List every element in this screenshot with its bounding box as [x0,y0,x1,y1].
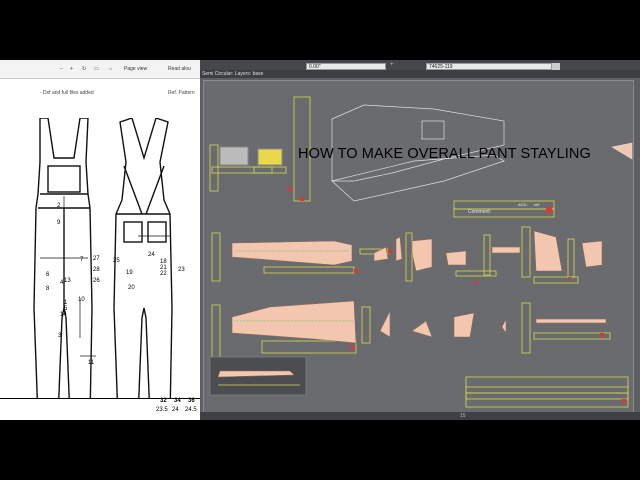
measure-label: 24 [148,252,155,258]
measure-label: 2 [57,203,61,209]
measure-label: 11 [88,360,95,366]
value-field[interactable]: 0.00" [306,63,386,70]
size-header: 36 [188,398,195,404]
measure-label: 20 [128,285,135,291]
size-cell: 24.5 [185,407,197,413]
size-table: 32 34 36 23.5 24 24.5 [0,398,200,420]
size-header: 32 [160,398,167,404]
acd-label: ACD: [518,202,528,207]
cad-window: 0.00" + 74625-119 Semi Circular: Layers:… [200,60,640,420]
measure-label: 18 [160,259,167,265]
rotate-icon[interactable]: ↻ [82,66,86,72]
measure-label: 9 [57,220,61,226]
dropdown-icon[interactable] [552,63,560,70]
layer-info-bar: Semi Circular: Layers: base [200,70,640,78]
pdf-header-right: Ref. Pattern [168,90,195,96]
piece-code-field[interactable]: 74625-119 [426,63,552,70]
measure-label: 19 [126,270,133,276]
overall-technical-drawing [33,118,173,420]
measure-label: 3 [58,333,62,339]
measure-label: 25 [113,258,120,264]
measure-label: 14 [60,312,67,318]
measure-label: 7 [80,257,84,263]
pdf-header-left: - Dxf and full files added [40,90,94,96]
measure-label: 26 [93,278,100,284]
measure-label: 8 [46,286,50,292]
add-icon[interactable]: + [390,62,394,68]
video-title-overlay: HOW TO MAKE OVERALL PANT STAYLING [298,146,591,162]
zoom-in-icon[interactable]: + [70,66,73,72]
measure-label: 22 [160,271,167,277]
measure-label: 27 [93,256,100,262]
layer-info-text: Semi Circular: Layers: base [202,71,264,77]
pattern-canvas[interactable]: Comment: ACD: ref: [203,80,634,415]
cad-statusbar: 15 [200,412,640,420]
measure-label: 13 [64,278,71,284]
measure-label: 23 [178,267,185,273]
thumbnail-piece [219,146,249,166]
pattern-pieces [209,96,633,408]
measure-label: 6 [46,272,50,278]
fit-icon[interactable]: ⇔ [108,66,113,72]
size-cell: 24 [172,407,179,413]
thumbnail-piece [257,148,283,166]
measure-label: 28 [93,267,100,273]
read-aloud-button[interactable]: Read alou [168,66,191,72]
status-text: 15 [460,413,466,419]
zoom-out-icon[interactable]: − [60,66,63,72]
page-view-icon[interactable]: ▭ [94,66,99,72]
size-cell: 23.5 [156,407,168,413]
measure-label: 10 [78,297,85,303]
comment-label: Comment: [468,209,492,215]
pdf-viewer: − + ↻ ▭ ⇔ Page view Read alou - Dxf and … [0,60,200,420]
measure-label: 4 [60,280,64,286]
page-view-button[interactable]: Page view [124,66,147,72]
ref-label: ref: [534,202,540,207]
pdf-toolbar: − + ↻ ▭ ⇔ Page view Read alou [0,60,200,79]
size-header: 34 [174,398,181,404]
